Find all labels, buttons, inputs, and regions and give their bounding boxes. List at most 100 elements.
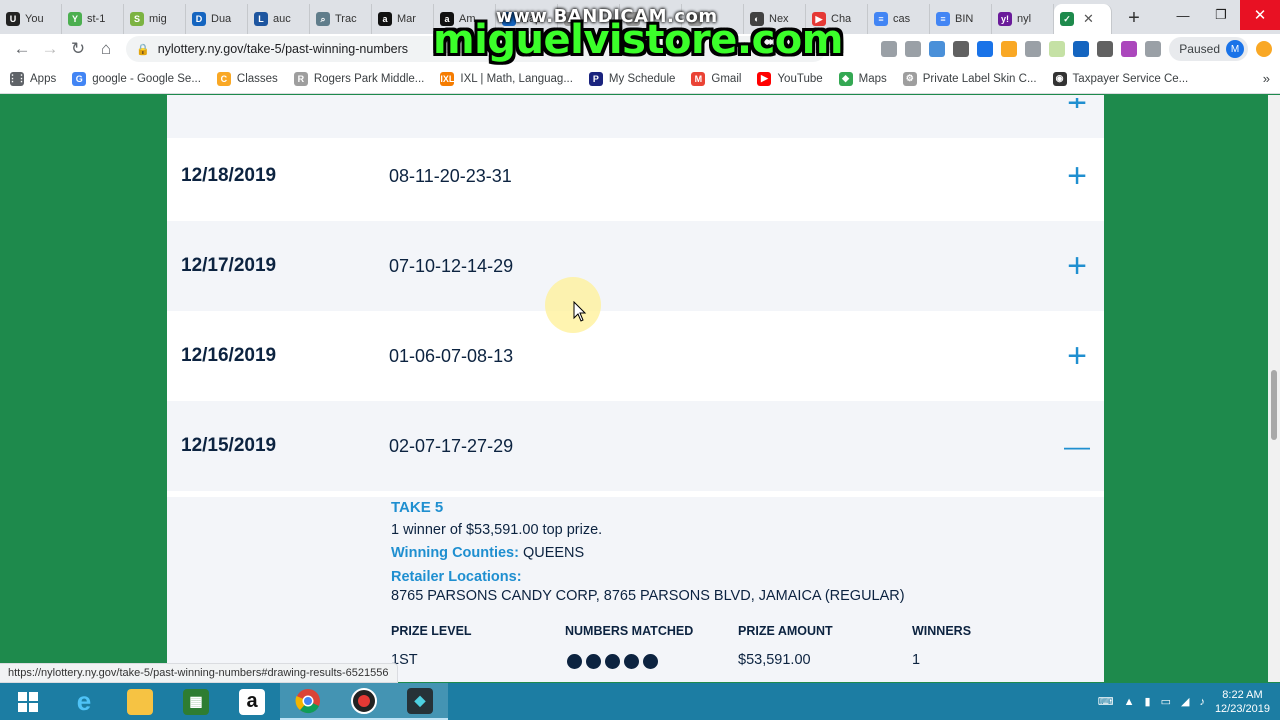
browser-tab[interactable]: D Dua	[186, 4, 248, 34]
expand-plus-icon[interactable]: +	[1064, 339, 1090, 373]
tab-favicon-icon: U	[6, 12, 20, 26]
extension-icon[interactable]	[905, 41, 922, 57]
taskbar-file-explorer[interactable]	[112, 683, 168, 720]
taskbar-internet-explorer[interactable]: e	[56, 683, 112, 720]
browser-tab[interactable]: Lauc	[248, 4, 310, 34]
taskbar-chrome[interactable]	[280, 683, 336, 720]
address-url: nylottery.ny.gov/take-5/past-winning-num…	[157, 42, 409, 56]
details-counties: Winning Counties: QUEENS	[391, 545, 584, 561]
extension-icon[interactable]	[1025, 41, 1042, 57]
close-tab-icon[interactable]: ✕	[1083, 11, 1094, 27]
bookmark-item[interactable]: M Gmail	[691, 71, 741, 86]
extension-icon[interactable]	[977, 41, 994, 57]
browser-tab[interactable]: ≡ BIN	[930, 4, 992, 34]
bookmark-label: My Schedule	[608, 72, 676, 85]
extension-icon[interactable]	[1097, 41, 1114, 57]
browser-tab[interactable]: Smig	[124, 4, 186, 34]
tab-label: st-1	[87, 13, 106, 25]
chrome-icon	[295, 688, 320, 713]
expand-plus-icon[interactable]: +	[1064, 159, 1090, 193]
expand-plus-icon[interactable]: +	[1064, 249, 1090, 283]
bookmark-item[interactable]: Ggoogle - Google Se...	[72, 71, 201, 86]
result-row[interactable]: 12/16/2019 01-06-07-08-13 +	[167, 311, 1104, 401]
browser-tab[interactable]: ≡ cas	[868, 4, 930, 34]
tab-label: BIN	[955, 13, 974, 25]
bookmarks-overflow-icon[interactable]: »	[1263, 71, 1270, 86]
tab-favicon-icon: ≡	[874, 12, 888, 26]
battery-icon[interactable]: ▭	[1161, 695, 1171, 708]
network-icon[interactable]: ▮	[1145, 695, 1151, 708]
matched-number-dot	[624, 654, 639, 669]
draw-date: 12/15/2019	[181, 435, 277, 456]
window-controls: — ❐ ✕	[1164, 0, 1280, 30]
collapse-minus-icon[interactable]: —	[1064, 433, 1090, 459]
home-button[interactable]: ⌂	[92, 35, 120, 63]
browser-tab[interactable]: Yst-1	[62, 4, 124, 34]
bookmark-item[interactable]: ⚙ Private Label Skin C...	[902, 71, 1037, 86]
tab-label: Mar	[397, 13, 416, 25]
bookmark-item[interactable]: R Rogers Park Middle...	[293, 71, 424, 86]
numbers-matched-dots	[567, 654, 658, 669]
wifi-icon[interactable]: ◢	[1181, 695, 1189, 708]
page-scrollbar[interactable]	[1268, 95, 1280, 682]
bookmark-icon: ⋮⋮	[8, 71, 26, 86]
bookmark-item[interactable]: C Classes	[216, 71, 278, 86]
extension-icon[interactable]	[1145, 41, 1162, 57]
bookmark-icon: ⚙	[902, 71, 917, 86]
result-row[interactable]: 12/18/2019 08-11-20-23-31 +	[167, 131, 1104, 221]
bookmark-item[interactable]: ◆ Maps	[838, 71, 887, 86]
update-icon[interactable]	[1256, 41, 1272, 57]
bookmark-icon: R	[293, 71, 308, 86]
restore-button[interactable]: ❐	[1202, 0, 1240, 30]
tab-favicon-icon: y!	[998, 12, 1012, 26]
tray-overflow-icon[interactable]: ▲	[1124, 696, 1135, 708]
cursor-highlight	[545, 277, 601, 333]
back-button[interactable]: ←	[8, 35, 36, 63]
scrollbar-thumb[interactable]	[1271, 370, 1277, 440]
bookmark-icon: P	[588, 71, 603, 86]
extension-icon[interactable]	[1001, 41, 1018, 57]
bookmarks-bar: ⋮⋮ Apps Ggoogle - Google Se... C Classes R Rog…	[0, 64, 1280, 94]
windows-taskbar: e ▦ a ◆ ⌨ ▲ ▮ ▭ ◢ ♪ 8:22 AM 12/23/2019	[0, 683, 1280, 720]
extension-icon[interactable]	[953, 41, 970, 57]
taskbar-store[interactable]: ▦	[168, 683, 224, 720]
minimize-button[interactable]: —	[1164, 0, 1202, 30]
extension-icon[interactable]	[1121, 41, 1138, 57]
browser-tab[interactable]: a Mar	[372, 4, 434, 34]
extension-icon[interactable]	[929, 41, 946, 57]
bookmark-item[interactable]: P My Schedule	[588, 71, 676, 86]
result-row[interactable]: 12/15/2019 02-07-17-27-29 —	[167, 401, 1104, 491]
extension-icon[interactable]	[1049, 41, 1066, 57]
bookmark-item[interactable]: ⋮⋮ Apps	[8, 71, 56, 86]
amazon-icon: a	[239, 688, 265, 715]
page-viewport: + 12/18/2019 08-11-20-23-31 +12/17/2019 07-…	[0, 95, 1280, 682]
taskbar-bandicam[interactable]	[336, 683, 392, 720]
browser-tab[interactable]: ⌕ Trac	[310, 4, 372, 34]
result-row[interactable]: 12/17/2019 07-10-12-14-29 +	[167, 221, 1104, 311]
expand-plus-icon[interactable]: +	[1064, 98, 1090, 108]
keyboard-icon[interactable]: ⌨	[1098, 695, 1114, 708]
bookmark-item[interactable]: IXL IXL | Math, Languag...	[440, 71, 573, 86]
forward-button[interactable]: →	[36, 35, 64, 63]
extension-icon[interactable]	[881, 41, 898, 57]
bookmark-icon: ◉	[1052, 71, 1067, 86]
browser-tab[interactable]: U You	[0, 4, 62, 34]
volume-icon[interactable]: ♪	[1199, 696, 1205, 708]
reload-button[interactable]: ↻	[64, 35, 92, 63]
start-button[interactable]	[0, 683, 56, 720]
taskbar-amazon[interactable]: a	[224, 683, 280, 720]
tab-active[interactable]: ✓ ✕	[1054, 4, 1112, 34]
close-window-button[interactable]: ✕	[1240, 0, 1280, 30]
browser-tab[interactable]: y! nyl	[992, 4, 1054, 34]
tab-favicon-icon: S	[130, 12, 144, 26]
taskbar-clock[interactable]: 8:22 AM 12/23/2019	[1215, 688, 1270, 716]
new-tab-button[interactable]: +	[1120, 4, 1148, 32]
taskbar-app[interactable]: ◆	[392, 683, 448, 720]
col-prize-level: PRIZE LEVEL	[391, 624, 472, 638]
tab-favicon-icon: D	[192, 12, 206, 26]
cart-icon[interactable]	[1073, 41, 1090, 57]
bookmark-item[interactable]: ◉ Taxpayer Service Ce...	[1052, 71, 1188, 86]
bookmark-label: YouTube	[777, 72, 823, 85]
bookmark-item[interactable]: ▶ YouTube	[757, 71, 823, 86]
profile-paused-button[interactable]: Paused M	[1169, 37, 1248, 61]
